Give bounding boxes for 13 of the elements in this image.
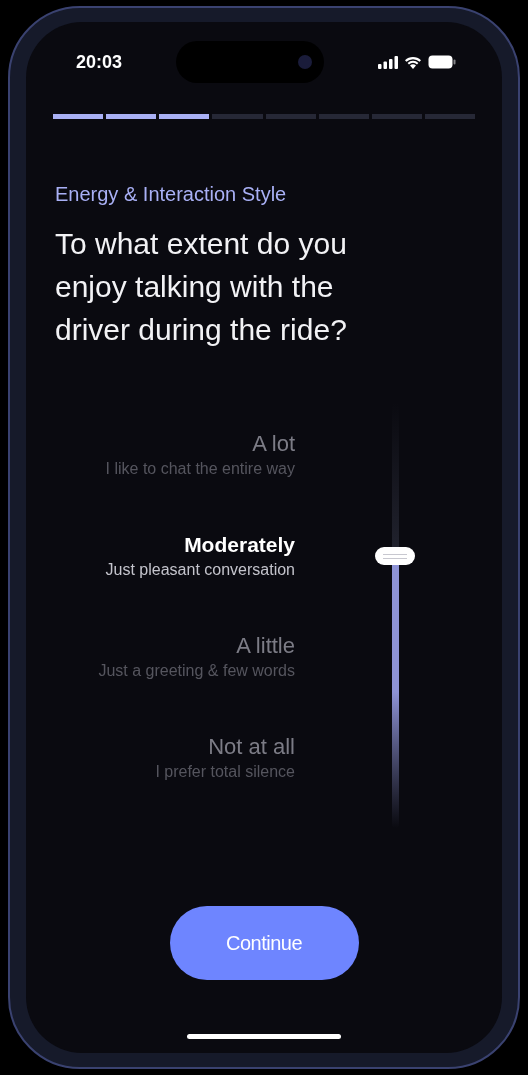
- camera-icon: [298, 55, 312, 69]
- question-title: To what extent do you enjoy talking with the driver during the ride?: [55, 226, 348, 348]
- category-label: Energy & Interaction Style: [54, 182, 288, 207]
- signal-icon: [378, 55, 398, 69]
- slider-thumb[interactable]: [375, 547, 415, 565]
- option-item[interactable]: Not at all I prefer total silence: [55, 734, 295, 835]
- wifi-icon: [404, 55, 422, 69]
- option-item[interactable]: A little Just a greeting & few words: [55, 633, 295, 734]
- battery-icon: [428, 55, 456, 69]
- option-item[interactable]: A lot I like to chat the entire way: [55, 431, 295, 532]
- option-item[interactable]: Moderately Just pleasant conversation: [55, 532, 295, 633]
- status-time: 20:03: [76, 50, 123, 74]
- continue-button[interactable]: Continue: [169, 906, 359, 980]
